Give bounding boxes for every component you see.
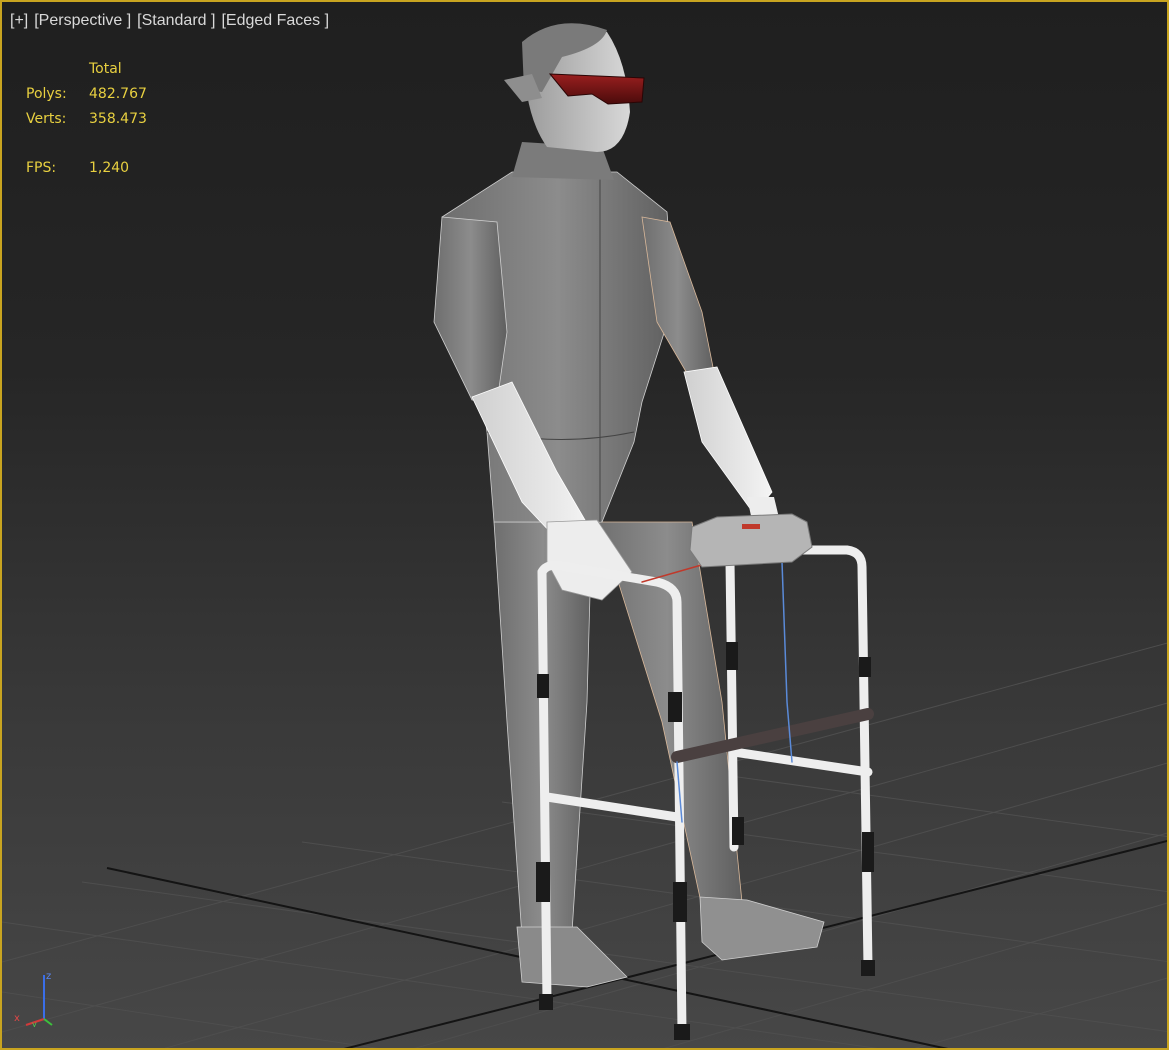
walker-control-box xyxy=(689,513,813,568)
axis-y-label: y xyxy=(32,1020,37,1027)
perspective-viewport[interactable]: [+] [Perspective ] [Standard ] [Edged Fa… xyxy=(0,0,1169,1050)
character-model[interactable] xyxy=(433,23,825,988)
axis-gizmo: z x y xyxy=(14,971,53,1027)
axis-x-label: x xyxy=(14,1013,20,1024)
right-foot xyxy=(699,896,825,961)
scene-render[interactable] xyxy=(2,2,1169,1050)
right-sleeve xyxy=(683,366,773,515)
axis-z-label: z xyxy=(46,971,51,982)
left-foot xyxy=(516,926,628,988)
ground-axis-lines xyxy=(106,839,1167,1048)
left-upper-arm xyxy=(433,216,508,403)
